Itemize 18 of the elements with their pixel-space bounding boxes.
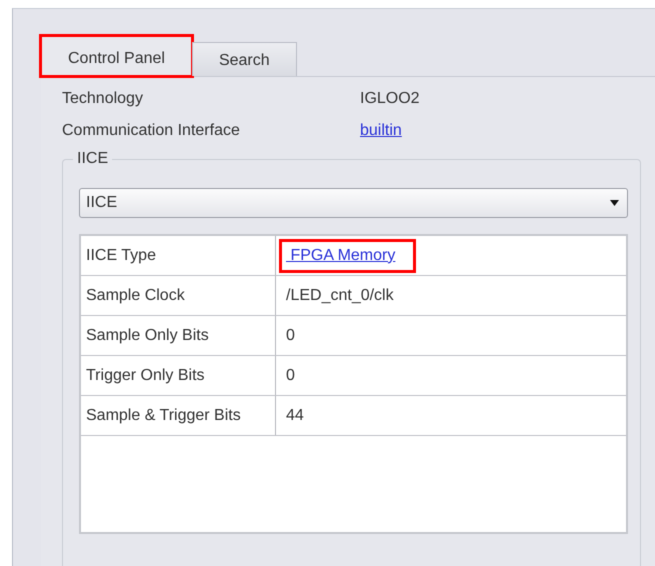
tab[interactable]: Control Panel <box>41 36 192 76</box>
table-cell-text: 0 <box>285 326 296 346</box>
table-cell-text: 44 <box>285 406 305 426</box>
caret-icon <box>610 200 619 206</box>
table-cell-text: /LED_cnt_0/clk <box>285 286 395 306</box>
table-cell: Trigger Only Bits <box>81 356 276 395</box>
field-value: IGLOO2 <box>360 89 420 109</box>
link[interactable]: builtin <box>360 121 402 141</box>
field-label: Communication Interface <box>62 121 241 141</box>
tab[interactable]: Search <box>192 42 297 76</box>
field-label: Technology <box>62 89 144 109</box>
table-cell: Sample Only Bits <box>81 316 276 355</box>
table-cell: Sample & Trigger Bits <box>81 396 276 435</box>
dropdown[interactable]: IICE <box>79 188 628 218</box>
table-cell: IICE Type <box>81 236 276 275</box>
table-cell: Sample Clock <box>81 276 276 315</box>
link[interactable]: FPGA Memory <box>282 242 414 270</box>
table-cell-text: 0 <box>285 366 296 386</box>
